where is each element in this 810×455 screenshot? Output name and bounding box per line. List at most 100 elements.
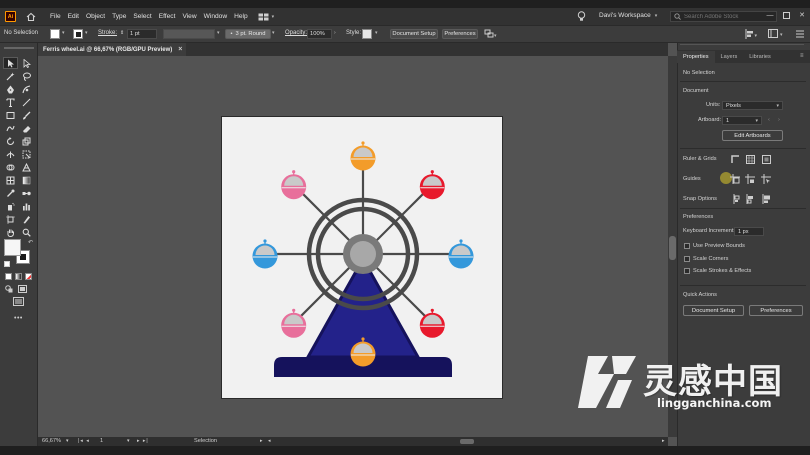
search-input[interactable] [684, 13, 772, 20]
gradient-tool-icon[interactable] [20, 175, 33, 185]
artboard-tool-icon[interactable] [4, 214, 17, 224]
document-setup-button[interactable]: Document Setup [683, 305, 744, 316]
curvature-tool-icon[interactable] [20, 84, 33, 94]
panel-grip[interactable] [680, 44, 804, 47]
status-menu-arrow-icon[interactable]: ▸ [260, 438, 263, 444]
stroke-weight-field[interactable]: 1 pt [127, 29, 157, 39]
scroll-right-icon[interactable]: ▸ [662, 438, 665, 444]
close-tab-icon[interactable]: × [178, 46, 182, 53]
artboard-dropdown[interactable]: 1 ▾ [722, 116, 762, 125]
slice-tool-icon[interactable] [20, 214, 33, 224]
type-tool-icon[interactable] [4, 97, 17, 107]
menu-type[interactable]: Type [112, 13, 126, 20]
hamburger-menu-icon[interactable] [796, 30, 804, 40]
scale-corners-option[interactable]: Scale Corners [684, 256, 728, 262]
chevron-down-icon[interactable]: ▾ [62, 30, 65, 36]
edit-artboards-button[interactable]: Edit Artboards [722, 130, 783, 141]
direct-selection-tool-icon[interactable] [20, 58, 33, 68]
scroll-left-icon[interactable]: ◂ [268, 438, 271, 444]
lasso-tool-icon[interactable] [20, 71, 33, 81]
artboard[interactable] [221, 116, 503, 399]
menu-window[interactable]: Window [204, 13, 227, 20]
units-dropdown[interactable]: Pixels ▾ [722, 101, 783, 110]
symbol-sprayer-tool-icon[interactable] [4, 201, 17, 211]
scale-tool-icon[interactable] [20, 136, 33, 146]
snap-to-grid-icon[interactable] [745, 194, 755, 204]
fill-stroke-widget[interactable]: ↶ [4, 239, 34, 267]
zoom-tool-icon[interactable] [20, 227, 33, 237]
magic-wand-tool-icon[interactable] [4, 71, 17, 81]
ruler-icon[interactable] [730, 154, 740, 164]
workspace-switcher[interactable]: Davi's Workspace ▾ [599, 12, 657, 19]
grid-icon[interactable] [745, 154, 755, 164]
stroke-label[interactable]: Stroke: [98, 30, 117, 36]
stock-search[interactable] [670, 11, 777, 22]
paintbrush-tool-icon[interactable] [20, 110, 33, 120]
panel-menu-icon[interactable]: ▾ [768, 29, 788, 41]
home-icon[interactable] [25, 11, 36, 22]
eyedropper-tool-icon[interactable] [4, 188, 17, 198]
draw-normal-icon[interactable] [5, 285, 13, 293]
brush-definition[interactable]: • 3 pt. Round [225, 29, 271, 39]
toolbar-grip[interactable] [4, 47, 34, 49]
mesh-tool-icon[interactable] [4, 175, 17, 185]
menu-file[interactable]: File [50, 13, 61, 20]
align-icon[interactable]: ▾ [745, 29, 759, 41]
pen-tool-icon[interactable] [4, 84, 17, 94]
menu-view[interactable]: View [182, 13, 196, 20]
chevron-down-icon[interactable]: ▾ [85, 30, 88, 36]
artboard-number-dropdown-icon[interactable]: ▾ [127, 438, 130, 444]
document-tab[interactable]: Ferris wheel.ai @ 66,67% (RGB/GPU Previe… [38, 43, 186, 56]
artboard-prev-icon[interactable]: ‹ [768, 117, 770, 123]
preferences-button[interactable]: Preferences [442, 29, 478, 39]
swap-icon[interactable]: ↶ [28, 239, 33, 246]
hand-tool-icon[interactable] [4, 227, 17, 237]
artboard-next-icon[interactable]: › [778, 117, 780, 123]
show-guides-icon[interactable] [730, 174, 740, 184]
tab-libraries[interactable]: Libraries [743, 54, 776, 63]
more-tools-icon[interactable]: ••• [14, 315, 23, 322]
use-preview-bounds-checkbox[interactable] [684, 243, 690, 249]
variable-width-profile[interactable] [163, 29, 215, 39]
eraser-tool-icon[interactable] [20, 123, 33, 133]
shape-builder-tool-icon[interactable] [4, 162, 17, 172]
lightbulb-icon[interactable] [577, 11, 586, 22]
line-segment-tool-icon[interactable] [20, 97, 33, 107]
width-tool-icon[interactable] [4, 149, 17, 159]
menu-help[interactable]: Help [234, 13, 248, 20]
artboard-number[interactable]: 1 [100, 438, 103, 444]
scale-corners-checkbox[interactable] [684, 256, 690, 262]
tab-properties[interactable]: Properties [677, 51, 715, 63]
perspective-grid-tool-icon[interactable] [20, 162, 33, 172]
column-graph-tool-icon[interactable] [20, 201, 33, 211]
menu-object[interactable]: Object [86, 13, 105, 20]
artboard-next-icon[interactable]: ▸ ▸| [137, 438, 149, 444]
snap-to-pixel-icon[interactable] [761, 194, 771, 204]
free-transform-tool-icon[interactable] [20, 149, 33, 159]
style-swatch[interactable] [362, 29, 372, 39]
selection-tool-icon[interactable] [3, 57, 18, 69]
zoom-level[interactable]: 66,67% [42, 438, 61, 444]
fill-swatch[interactable] [50, 29, 60, 39]
scale-strokes-checkbox[interactable] [684, 268, 690, 274]
panel-menu-icon[interactable]: ≡ [800, 53, 804, 59]
menu-select[interactable]: Select [133, 13, 151, 20]
vertical-scroll-thumb[interactable] [669, 236, 676, 260]
document-setup-button[interactable]: Document Setup [390, 29, 438, 39]
screen-mode-icon[interactable] [13, 297, 24, 308]
ferris-wheel-artwork[interactable] [222, 117, 504, 400]
tab-layers[interactable]: Layers [715, 54, 744, 63]
rotate-tool-icon[interactable] [4, 136, 17, 146]
opacity-label[interactable]: Opacity: [285, 30, 307, 36]
use-preview-bounds-option[interactable]: Use Preview Bounds [684, 243, 745, 249]
arrange-documents-icon[interactable]: ▾ [258, 13, 274, 21]
default-colors-icon[interactable] [4, 261, 10, 267]
maximize-icon[interactable] [781, 10, 791, 20]
arrange-icon[interactable]: ▾ [484, 29, 498, 41]
smart-guides-icon[interactable] [761, 174, 771, 184]
none-mode-icon[interactable] [25, 273, 32, 280]
lock-guides-icon[interactable] [745, 174, 755, 184]
fill-color-box[interactable] [4, 239, 21, 256]
chevron-right-icon[interactable]: › [334, 30, 336, 36]
artboard-prev-icon[interactable]: |◂ ◂ [78, 438, 90, 444]
